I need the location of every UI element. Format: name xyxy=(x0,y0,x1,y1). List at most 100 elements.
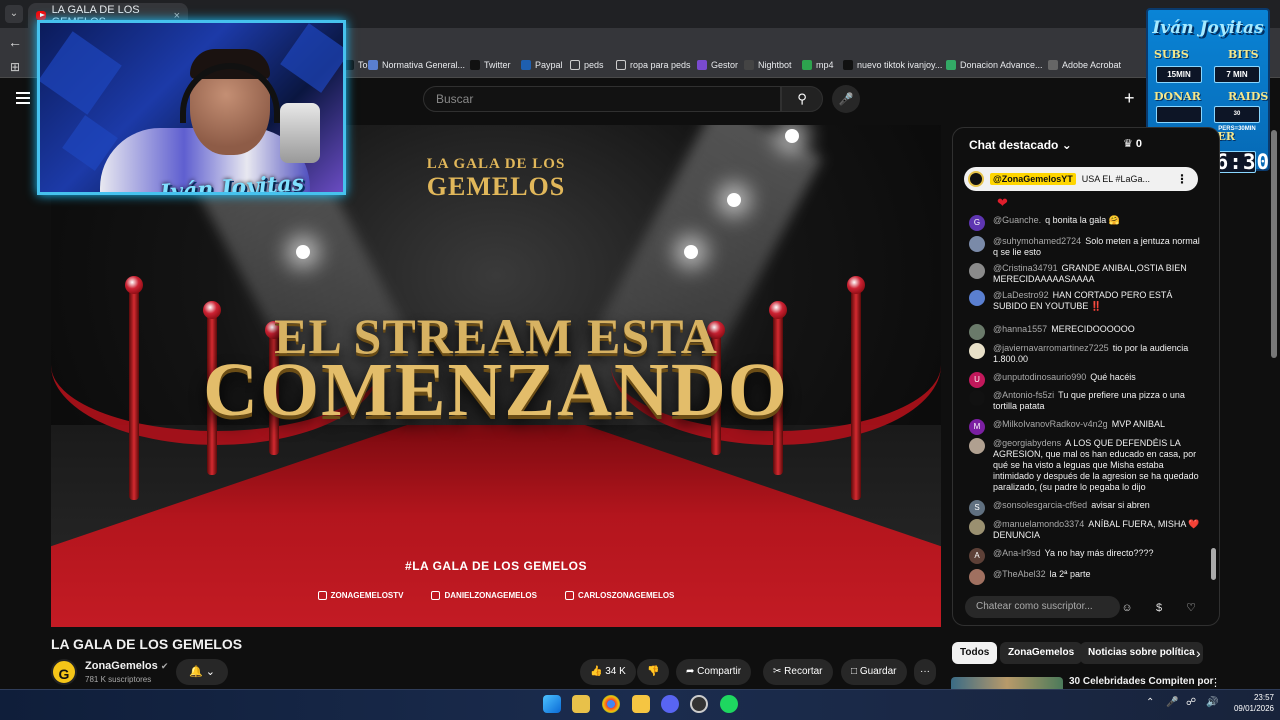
chat-username[interactable]: @sonsolesgarcia-cf6ed xyxy=(993,500,1087,510)
chat-message[interactable]: S @sonsolesgarcia-cf6ed avisar si abren xyxy=(969,500,1205,516)
chat-message[interactable]: U @unputodinosaurio990 Qué hacéis xyxy=(969,372,1205,388)
chat-username[interactable]: @manuelamondo3374 xyxy=(993,519,1084,529)
file-explorer-icon[interactable] xyxy=(632,695,650,713)
chip-channel[interactable]: ZonaGemelos xyxy=(1000,642,1083,664)
create-icon[interactable]: + xyxy=(1124,88,1135,108)
bookmark-item[interactable]: Gestor xyxy=(697,60,738,70)
discord-icon[interactable] xyxy=(661,695,679,713)
chat-username[interactable]: @javiernavarromartinez7225 xyxy=(993,343,1109,353)
chip-all[interactable]: Todos xyxy=(952,642,998,664)
chevron-up-icon[interactable]: ⌃ xyxy=(1146,697,1154,708)
tab-search-button[interactable]: ⌄ xyxy=(5,5,23,23)
chat-message[interactable]: M @MilkoIvanovRadkov-v4n2g MVP ANIBAL xyxy=(969,419,1205,435)
chevron-right-icon[interactable]: › xyxy=(1196,645,1201,661)
search-input[interactable]: Buscar xyxy=(423,86,781,112)
share-button[interactable]: ➦ Compartir xyxy=(676,659,752,685)
bookmark-item[interactable]: Nightbot xyxy=(744,60,792,70)
chip-politics[interactable]: Noticias sobre política xyxy=(1080,642,1203,664)
channel-name[interactable]: ZonaGemelos ✔ xyxy=(85,660,168,672)
back-arrow-icon[interactable]: ← xyxy=(8,34,22,50)
avatar[interactable] xyxy=(969,569,985,585)
network-icon[interactable]: ☍ xyxy=(1186,697,1196,708)
chat-input[interactable]: Chatear como suscriptor... xyxy=(965,596,1120,618)
chat-scrollbar[interactable] xyxy=(1211,548,1216,580)
chat-message[interactable]: @Cristina34791 GRANDE ANIBAL,OSTIA BIEN M… xyxy=(969,263,1205,285)
store-icon[interactable] xyxy=(572,695,590,713)
video-player[interactable]: LA GALA DE LOS GEMELOS EL STREAM ESTA CO… xyxy=(51,125,941,627)
avatar[interactable]: G xyxy=(969,215,985,231)
volume-icon[interactable]: 🔊 xyxy=(1206,697,1218,708)
bookmark-item[interactable]: ropa para peds xyxy=(616,60,691,70)
avatar[interactable]: M xyxy=(969,419,985,435)
chat-message[interactable]: @suhymohamed2724 Solo meten a jentuza nor… xyxy=(969,236,1205,258)
recommended-title[interactable]: 30 Celebridades Compiten por xyxy=(1069,676,1213,687)
chat-message[interactable]: @LaDestro92 HAN CORTADO PERO ESTÁ SUBIDO … xyxy=(969,290,1205,312)
avatar[interactable]: U xyxy=(969,372,985,388)
windows-start-icon[interactable] xyxy=(543,695,561,713)
save-button[interactable]: □ Guardar xyxy=(841,659,907,685)
chat-mode-dropdown[interactable]: Chat destacado ⌄ xyxy=(969,138,1072,152)
bookmark-item[interactable]: Paypal xyxy=(521,60,563,70)
chat-username[interactable]: @georgiabydens xyxy=(993,438,1061,448)
avatar[interactable] xyxy=(969,263,985,279)
avatar[interactable] xyxy=(969,324,985,340)
search-icon[interactable]: ⚲ xyxy=(781,86,823,112)
chat-username[interactable]: @Cristina34791 xyxy=(993,263,1058,273)
microphone-icon[interactable]: 🎤 xyxy=(1166,697,1178,708)
avatar[interactable] xyxy=(969,390,985,406)
emoji-icon[interactable]: ☺ xyxy=(1120,601,1134,615)
chat-username[interactable]: @Antonio-fs5zi xyxy=(993,390,1054,400)
system-clock[interactable]: 23:57 09/01/2026 xyxy=(1226,692,1274,714)
bookmark-item[interactable]: Donacion Advance... xyxy=(946,60,1043,70)
chat-username[interactable]: @unputodinosaurio990 xyxy=(993,372,1086,382)
avatar[interactable] xyxy=(969,290,985,306)
heart-outline-icon[interactable]: ♡ xyxy=(1184,601,1198,615)
more-options-icon[interactable]: ⋮ xyxy=(1176,172,1188,186)
chat-message[interactable]: @manuelamondo3374 ANÍBAL FUERA, MISHA ❤️ … xyxy=(969,519,1205,541)
avatar[interactable] xyxy=(969,343,985,359)
chat-message[interactable]: A @Ana-lr9sd Ya no hay más directo???? xyxy=(969,548,1205,564)
chrome-icon[interactable] xyxy=(602,695,620,713)
chat-message[interactable]: G @Guanche. q bonita la gala 🤗 xyxy=(969,215,1205,231)
chat-username[interactable]: @hanna1557 xyxy=(993,324,1047,334)
chat-username[interactable]: @suhymohamed2724 xyxy=(993,236,1081,246)
avatar[interactable]: S xyxy=(969,500,985,516)
dislike-button[interactable]: 👎 xyxy=(637,659,670,685)
more-options-icon[interactable]: ⋮ xyxy=(1210,676,1221,689)
donar-value xyxy=(1156,106,1202,123)
chat-username[interactable]: @TheAbel32 xyxy=(993,569,1046,579)
bookmark-item[interactable]: Normativa General... xyxy=(368,60,465,70)
bookmark-item[interactable]: nuevo tiktok ivanjoy... xyxy=(843,60,942,70)
chat-message[interactable]: @TheAbel32 la 2ª parte xyxy=(969,569,1205,585)
avatar[interactable] xyxy=(969,519,985,535)
chat-username[interactable]: @MilkoIvanovRadkov-v4n2g xyxy=(993,419,1108,429)
more-actions-button[interactable]: ··· xyxy=(914,659,936,685)
super-chat-icon[interactable]: $ xyxy=(1152,601,1166,615)
like-button[interactable]: 👍 34 K xyxy=(580,659,636,685)
chat-message[interactable]: @Antonio-fs5zi Tu que prefiere una pizza … xyxy=(969,390,1205,412)
recommended-thumbnail[interactable] xyxy=(951,677,1063,689)
menu-icon[interactable] xyxy=(16,92,30,104)
subscription-bell-button[interactable]: 🔔 ⌄ xyxy=(176,659,228,685)
spotify-icon[interactable] xyxy=(720,695,738,713)
chat-username[interactable]: @Ana-lr9sd xyxy=(993,548,1041,558)
obs-icon[interactable] xyxy=(690,695,708,713)
avatar[interactable] xyxy=(969,236,985,252)
chat-username[interactable]: @LaDestro92 xyxy=(993,290,1049,300)
bookmark-item[interactable]: Adobe Acrobat xyxy=(1048,60,1121,70)
avatar[interactable] xyxy=(969,438,985,454)
chat-message[interactable]: @javiernavarromartinez7225 tio por la aud… xyxy=(969,343,1205,365)
apps-grid-icon[interactable]: ⊞ xyxy=(10,60,20,74)
bookmark-item[interactable]: mp4 xyxy=(802,60,834,70)
bookmark-item[interactable]: peds xyxy=(570,60,604,70)
chat-message[interactable]: @hanna1557 MERECIDOOOOOO xyxy=(969,324,1205,340)
pinned-message[interactable]: @ZonaGemelosYT USA EL #LaGa... ⋮ xyxy=(964,167,1198,191)
avatar[interactable]: A xyxy=(969,548,985,564)
chat-username[interactable]: @Guanche. xyxy=(993,215,1041,225)
bookmark-item[interactable]: Twitter xyxy=(470,60,511,70)
chat-message[interactable]: @georgiabydens A LOS QUE DEFENDÉIS LA AGR… xyxy=(969,438,1205,493)
page-scrollbar[interactable] xyxy=(1271,130,1277,358)
microphone-icon[interactable]: 🎤 xyxy=(832,85,860,113)
clip-button[interactable]: ✂ Recortar xyxy=(763,659,833,685)
channel-avatar[interactable]: G xyxy=(51,659,77,685)
